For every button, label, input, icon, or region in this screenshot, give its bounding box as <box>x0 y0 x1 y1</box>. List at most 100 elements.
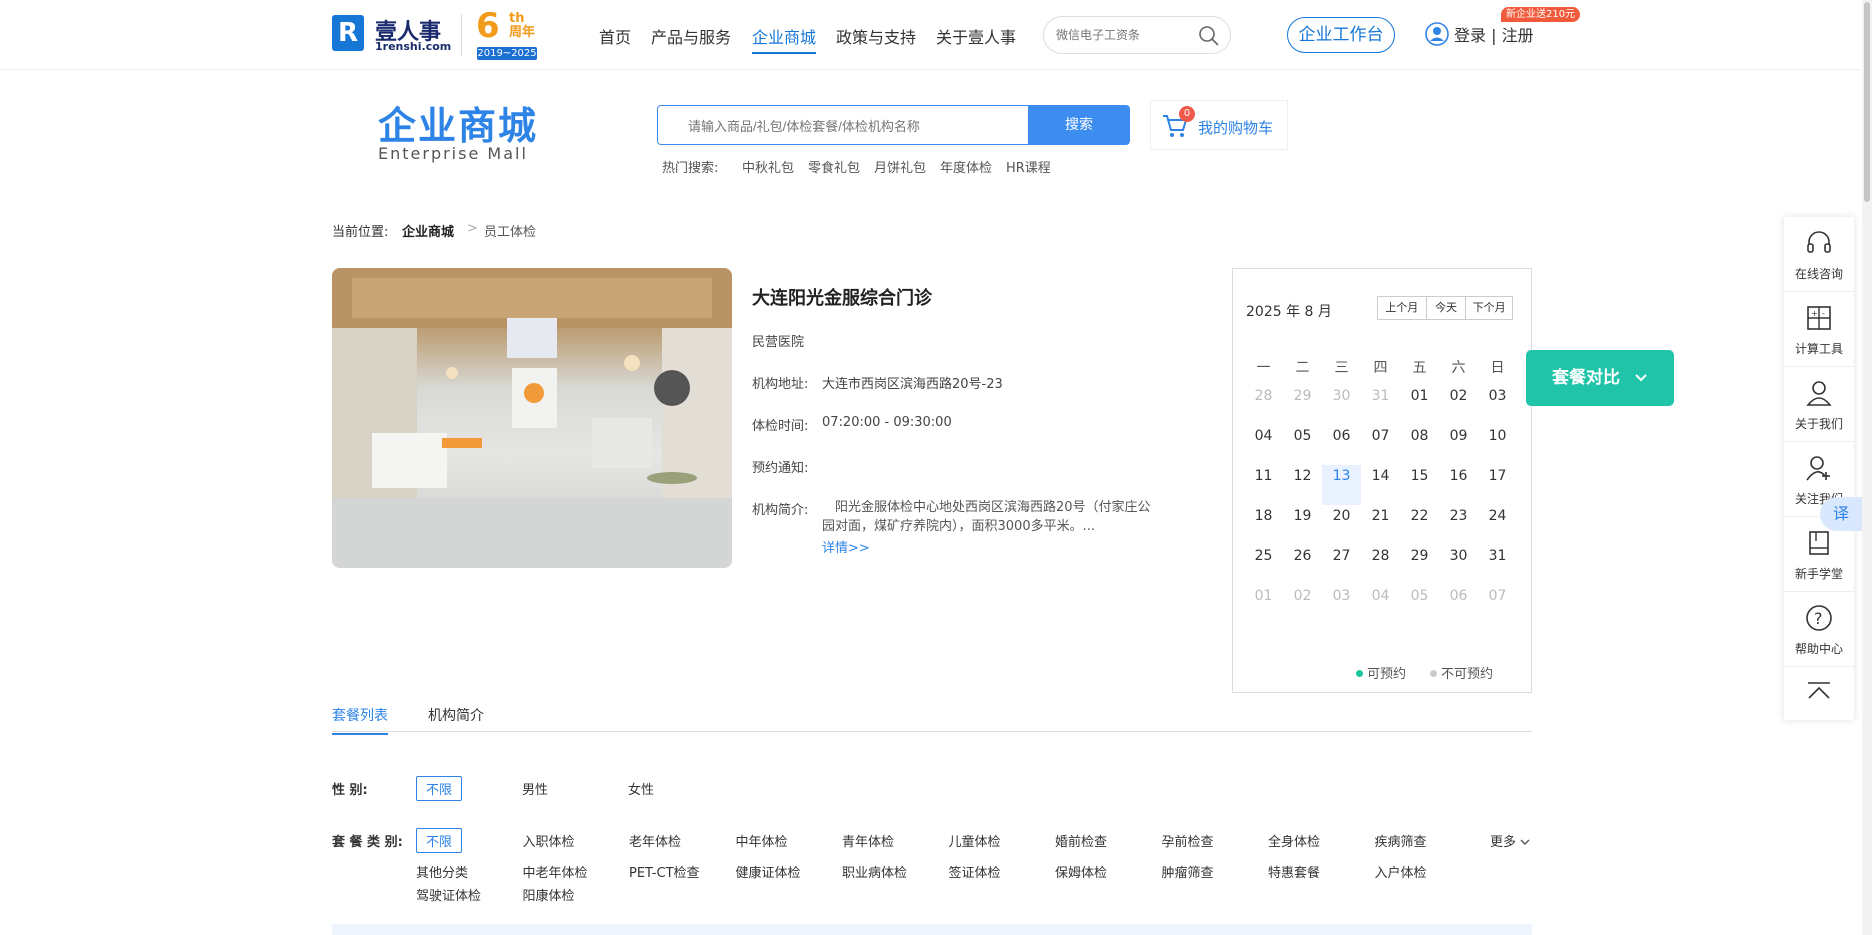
sidebar-item-about[interactable]: 关于我们 <box>1784 367 1854 442</box>
calendar-day[interactable]: 27 <box>1322 545 1361 585</box>
calendar-day[interactable]: 22 <box>1400 505 1439 545</box>
calendar-day[interactable]: 25 <box>1244 545 1283 585</box>
sidebar-item-help[interactable]: ? 帮助中心 <box>1784 592 1854 667</box>
calendar-day[interactable]: 09 <box>1439 425 1478 465</box>
calendar-day[interactable]: 03 <box>1478 385 1517 425</box>
cart-button[interactable]: 0 我的购物车 <box>1150 100 1288 150</box>
calendar-day[interactable]: 24 <box>1478 505 1517 545</box>
calendar-day[interactable]: 03 <box>1322 585 1361 625</box>
calendar-day[interactable]: 14 <box>1361 465 1400 505</box>
workbench-button[interactable]: 企业工作台 <box>1287 17 1395 53</box>
hot-term[interactable]: 零食礼包 <box>808 157 860 176</box>
category-option[interactable]: 职业病体检 <box>842 862 907 881</box>
calendar-day[interactable]: 18 <box>1244 505 1283 545</box>
calendar-day[interactable]: 29 <box>1400 545 1439 585</box>
calendar-day[interactable]: 21 <box>1361 505 1400 545</box>
calendar-day[interactable]: 07 <box>1361 425 1400 465</box>
top-search-input[interactable] <box>1056 26 1196 44</box>
sidebar-item-consult[interactable]: 在线咨询 <box>1784 217 1854 292</box>
category-option[interactable]: 健康证体检 <box>736 862 801 881</box>
category-option[interactable]: 儿童体检 <box>949 831 1001 850</box>
category-option[interactable]: 其他分类 <box>416 862 468 881</box>
calendar-day-today[interactable]: 13 <box>1322 465 1361 505</box>
hot-term[interactable]: 月饼礼包 <box>874 157 926 176</box>
gender-option[interactable]: 不限 <box>416 776 463 801</box>
category-option[interactable]: 孕前检查 <box>1162 831 1214 850</box>
translate-button[interactable]: 译 <box>1820 497 1862 531</box>
calendar-day[interactable]: 04 <box>1244 425 1283 465</box>
calendar-day[interactable]: 05 <box>1283 425 1322 465</box>
calendar-day[interactable]: 29 <box>1283 385 1322 425</box>
calendar-day[interactable]: 02 <box>1283 585 1322 625</box>
package-compare-button[interactable]: 套餐对比 <box>1526 350 1674 406</box>
category-option[interactable]: PET-CT检查 <box>629 862 700 881</box>
more-categories-button[interactable]: 更多 <box>1490 831 1530 850</box>
details-link[interactable]: 详情>> <box>822 537 870 556</box>
mall-search-input[interactable] <box>688 116 1008 136</box>
calendar-day[interactable]: 06 <box>1439 585 1478 625</box>
search-icon[interactable] <box>1198 25 1220 47</box>
calendar-day[interactable]: 01 <box>1244 585 1283 625</box>
calendar-day[interactable]: 11 <box>1244 465 1283 505</box>
nav-products[interactable]: 产品与服务 <box>651 24 731 48</box>
mall-search-button[interactable]: 搜索 <box>1028 105 1130 145</box>
calendar-day[interactable]: 15 <box>1400 465 1439 505</box>
calendar-day[interactable]: 20 <box>1322 505 1361 545</box>
calendar-day[interactable]: 31 <box>1478 545 1517 585</box>
category-option[interactable]: 肿瘤筛查 <box>1162 862 1214 881</box>
calendar-day[interactable]: 28 <box>1244 385 1283 425</box>
next-month-button[interactable]: 下个月 <box>1466 297 1512 319</box>
calendar-day[interactable]: 19 <box>1283 505 1322 545</box>
category-option[interactable]: 青年体检 <box>842 831 894 850</box>
category-option[interactable]: 阳康体检 <box>523 885 575 904</box>
category-option[interactable]: 不限 <box>416 828 463 853</box>
nav-about[interactable]: 关于壹人事 <box>936 24 1016 48</box>
calendar-day[interactable]: 17 <box>1478 465 1517 505</box>
category-option[interactable]: 全身体检 <box>1268 831 1320 850</box>
calendar-day[interactable]: 01 <box>1400 385 1439 425</box>
category-option[interactable]: 入户体检 <box>1375 862 1427 881</box>
calendar-day[interactable]: 10 <box>1478 425 1517 465</box>
login-register-link[interactable]: 登录 | 注册 <box>1454 22 1534 46</box>
category-option[interactable]: 老年体检 <box>629 831 681 850</box>
category-option[interactable]: 婚前检查 <box>1055 831 1107 850</box>
category-option[interactable]: 中年体检 <box>736 831 788 850</box>
calendar-day[interactable]: 28 <box>1361 545 1400 585</box>
nav-home[interactable]: 首页 <box>599 24 631 48</box>
user-icon[interactable] <box>1425 22 1449 46</box>
category-option[interactable]: 中老年体检 <box>523 862 588 881</box>
tab-institution-intro[interactable]: 机构简介 <box>428 705 484 725</box>
hot-term[interactable]: 中秋礼包 <box>742 157 794 176</box>
prev-month-button[interactable]: 上个月 <box>1378 297 1427 319</box>
category-option[interactable]: 特惠套餐 <box>1268 862 1320 881</box>
nav-policy[interactable]: 政策与支持 <box>836 24 916 48</box>
gender-option[interactable]: 女性 <box>628 779 654 798</box>
calendar-day[interactable]: 02 <box>1439 385 1478 425</box>
scrollbar-thumb[interactable] <box>1864 2 1870 202</box>
category-option[interactable]: 驾驶证体检 <box>416 885 481 904</box>
category-option[interactable]: 保姆体检 <box>1055 862 1107 881</box>
calendar-day[interactable]: 30 <box>1322 385 1361 425</box>
calendar-day[interactable]: 23 <box>1439 505 1478 545</box>
breadcrumb-home[interactable]: 企业商城 <box>402 221 454 240</box>
logo-icon[interactable]: R <box>332 15 364 51</box>
calendar-day[interactable]: 12 <box>1283 465 1322 505</box>
calendar-day[interactable]: 08 <box>1400 425 1439 465</box>
calendar-day[interactable]: 16 <box>1439 465 1478 505</box>
calendar-day[interactable]: 07 <box>1478 585 1517 625</box>
calendar-day[interactable]: 31 <box>1361 385 1400 425</box>
back-to-top-button[interactable] <box>1784 667 1854 720</box>
category-option[interactable]: 疾病筛查 <box>1375 831 1427 850</box>
hot-term[interactable]: HR课程 <box>1006 157 1051 176</box>
hot-term[interactable]: 年度体检 <box>940 157 992 176</box>
calendar-day[interactable]: 04 <box>1361 585 1400 625</box>
calendar-day[interactable]: 30 <box>1439 545 1478 585</box>
today-button[interactable]: 今天 <box>1427 297 1467 319</box>
gender-option[interactable]: 男性 <box>522 779 548 798</box>
sidebar-item-calculator[interactable]: + - 计算工具 <box>1784 292 1854 367</box>
category-option[interactable]: 签证体检 <box>949 862 1001 881</box>
category-option[interactable]: 入职体检 <box>523 831 575 850</box>
calendar-day[interactable]: 26 <box>1283 545 1322 585</box>
calendar-day[interactable]: 05 <box>1400 585 1439 625</box>
nav-mall[interactable]: 企业商城 <box>752 24 817 54</box>
